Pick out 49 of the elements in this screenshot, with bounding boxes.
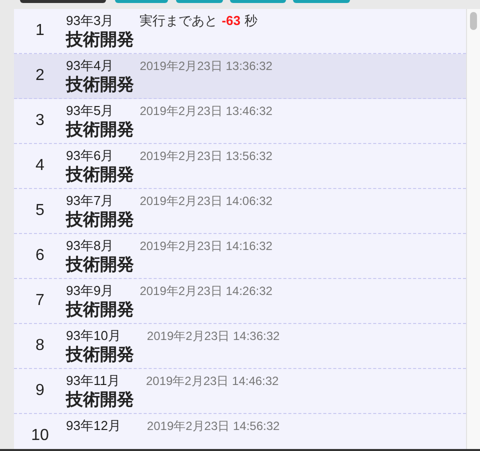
month-label: 93年11月 — [66, 372, 120, 390]
row-number: 2 — [36, 66, 44, 86]
toolbar-button[interactable] — [176, 0, 223, 3]
item-title: 技術開発 — [66, 344, 135, 366]
row-number: 3 — [36, 111, 44, 131]
item-title: 技術開発 — [66, 29, 135, 51]
timestamp: 2019年2月23日 14:16:32 — [140, 238, 272, 255]
month-label: 93年4月 — [66, 57, 114, 75]
countdown-value: -63 — [222, 12, 240, 30]
row-number: 4 — [36, 156, 44, 176]
toolbar-button[interactable] — [20, 0, 106, 3]
month-label: 93年10月 — [66, 327, 121, 345]
timestamp: 2019年2月23日 14:46:32 — [146, 373, 279, 390]
timestamp: 2019年2月23日 14:56:32 — [146, 418, 280, 435]
list-row[interactable]: 2 93年4月 2019年2月23日 13:36:32 技術開発 — [14, 54, 466, 99]
month-label: 93年3月 — [66, 12, 114, 30]
timestamp: 2019年2月23日 13:36:32 — [140, 58, 272, 75]
item-title: 技術開発 — [66, 389, 135, 411]
toolbar-button[interactable] — [293, 0, 350, 3]
month-label: 93年8月 — [66, 237, 114, 255]
item-title: 技術開発 — [66, 209, 135, 231]
timestamp: 2019年2月23日 14:26:32 — [140, 283, 272, 300]
row-number: 1 — [36, 21, 44, 41]
toolbar-button[interactable] — [115, 0, 168, 3]
toolbar-button[interactable] — [230, 0, 286, 3]
timestamp: 2019年2月23日 14:36:32 — [146, 328, 280, 345]
row-number: 5 — [36, 201, 44, 221]
timestamp: 2019年2月23日 14:06:32 — [140, 193, 272, 210]
scrollbar[interactable] — [466, 9, 480, 449]
row-number: 8 — [36, 336, 44, 356]
row-number: 7 — [36, 291, 44, 311]
row-number: 9 — [36, 381, 44, 401]
timestamp: 2019年2月23日 13:46:32 — [140, 103, 272, 120]
scrollbar-thumb[interactable] — [470, 12, 477, 30]
item-title: 技術開発 — [66, 254, 135, 276]
seconds-unit: 秒 — [244, 12, 258, 30]
month-label: 93年7月 — [66, 192, 114, 210]
row-number: 10 — [31, 426, 49, 446]
item-title: 技術開発 — [66, 164, 135, 186]
month-label: 93年5月 — [66, 102, 114, 120]
item-title: 技術開発 — [66, 74, 135, 96]
item-title: 技術開発 — [66, 299, 135, 321]
month-label: 93年6月 — [66, 147, 114, 165]
item-title: 技術開発 — [66, 119, 135, 141]
countdown-label: 実行まであと — [140, 12, 218, 30]
month-label: 93年12月 — [66, 417, 121, 435]
month-label: 93年9月 — [66, 282, 114, 300]
row-number: 6 — [36, 246, 44, 266]
timestamp: 2019年2月23日 13:56:32 — [140, 148, 272, 165]
